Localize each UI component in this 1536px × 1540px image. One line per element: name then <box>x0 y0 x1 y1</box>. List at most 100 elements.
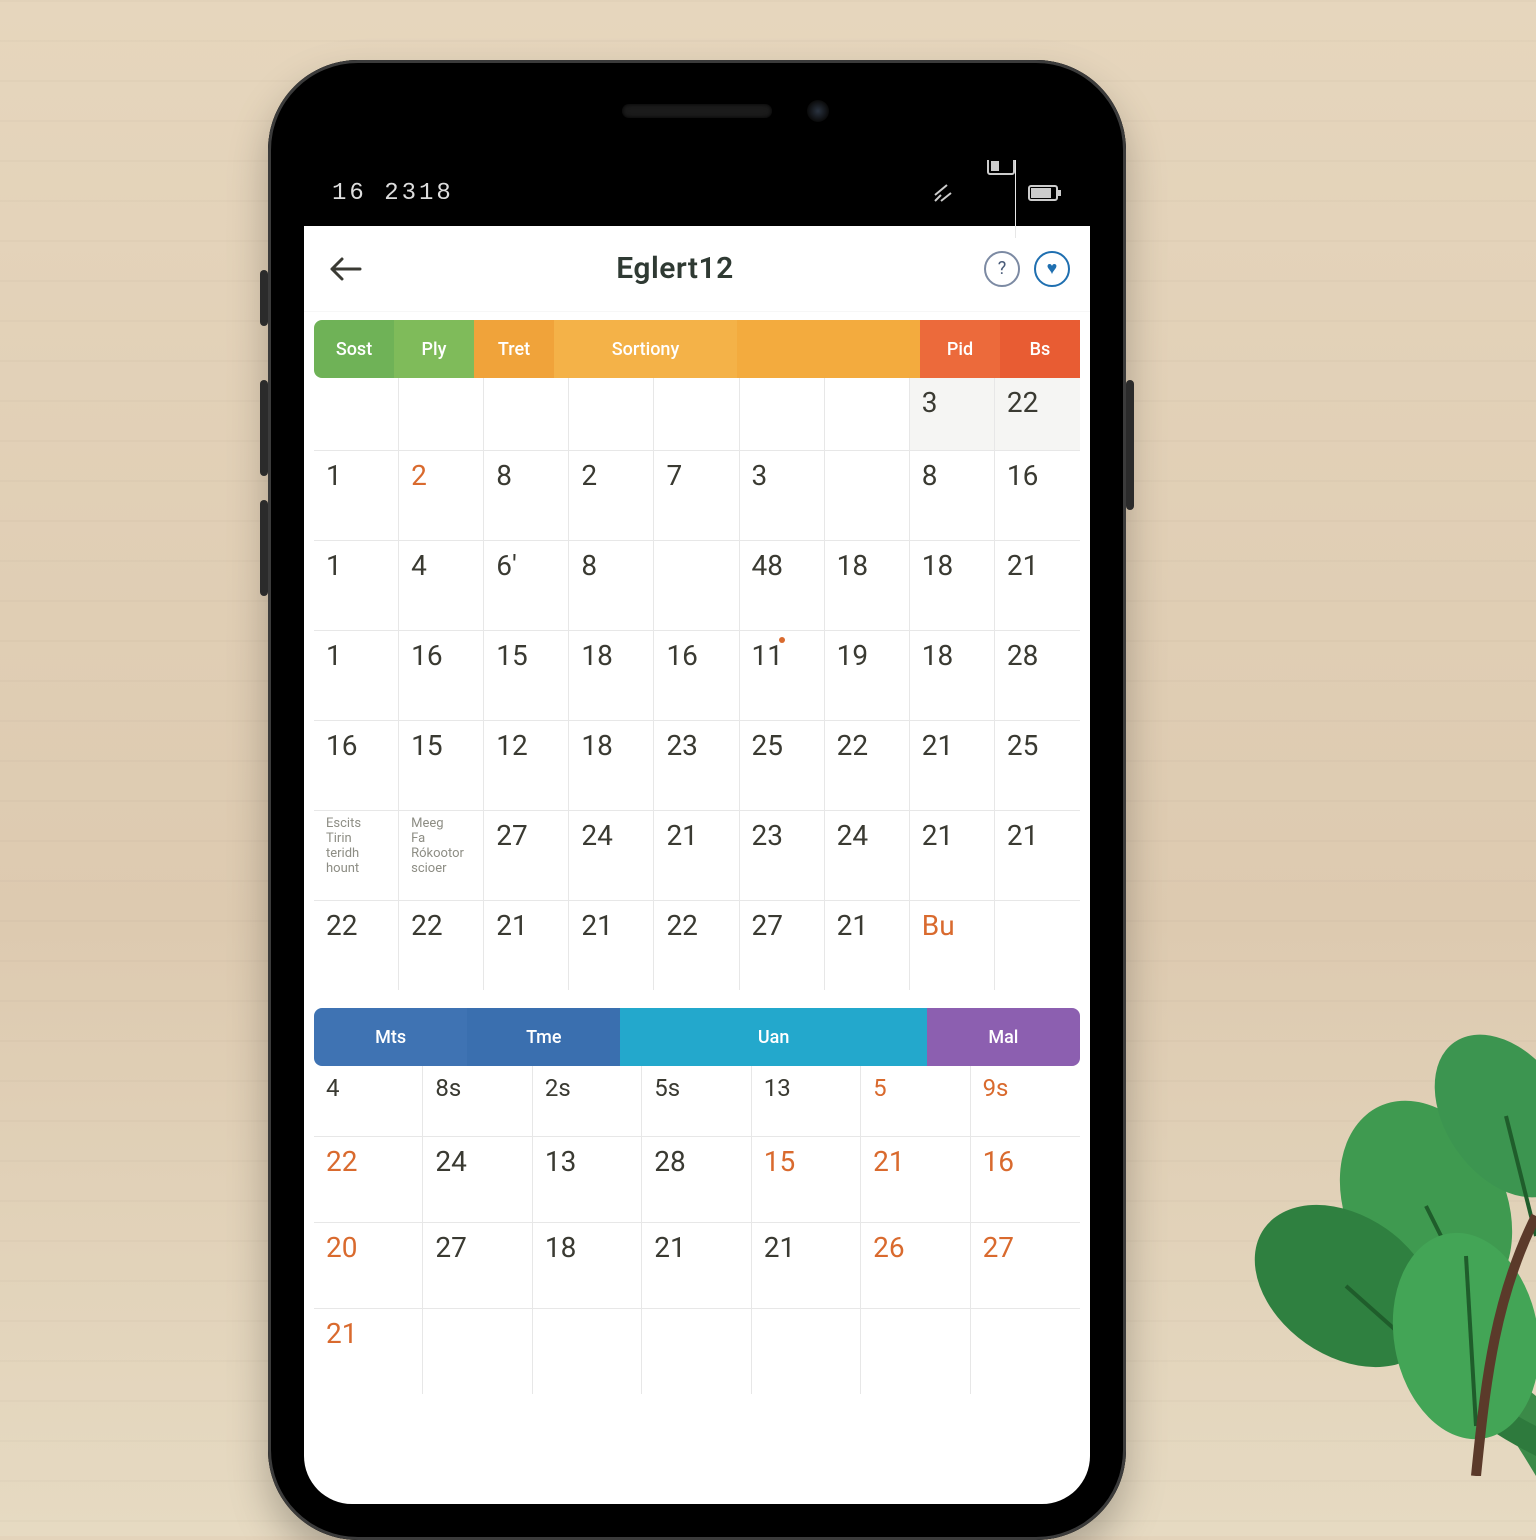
calendar-day-cell[interactable]: 1 <box>314 540 399 630</box>
calendar-day-cell[interactable]: 8s <box>423 1066 532 1136</box>
calendar-day-cell[interactable] <box>825 450 910 540</box>
calendar-day-cell[interactable]: 11 <box>740 630 825 720</box>
calendar-day-cell[interactable]: 3 <box>910 378 995 450</box>
calendar-day-cell[interactable]: MeegFaRókootorscioer <box>399 810 484 900</box>
calendar-day-cell[interactable]: 21 <box>654 810 739 900</box>
calendar-day-cell[interactable]: 2s <box>533 1066 642 1136</box>
calendar-day-cell[interactable]: 16 <box>314 720 399 810</box>
calendar-day-cell[interactable]: 26 <box>861 1222 970 1308</box>
calendar-day-cell[interactable]: 21 <box>752 1222 861 1308</box>
calendar-day-cell[interactable]: 27 <box>740 900 825 990</box>
calendar-day-cell[interactable]: 18 <box>569 720 654 810</box>
calendar-day-cell[interactable] <box>642 1308 751 1394</box>
calendar-day-cell[interactable]: 23 <box>654 720 739 810</box>
calendar-day-cell[interactable]: 15 <box>399 720 484 810</box>
calendar-day-cell[interactable] <box>484 378 569 450</box>
calendar-day-cell[interactable]: 5 <box>861 1066 970 1136</box>
calendar-day-cell[interactable] <box>861 1308 970 1394</box>
calendar-day-cell[interactable]: 22 <box>654 900 739 990</box>
calendar-day-cell[interactable]: 15 <box>484 630 569 720</box>
calendar-day-cell[interactable]: 13 <box>533 1136 642 1222</box>
calendar-day-cell[interactable]: 20 <box>314 1222 423 1308</box>
calendar-day-cell[interactable]: 27 <box>971 1222 1080 1308</box>
calendar-day-cell[interactable]: 18 <box>569 630 654 720</box>
weekday-tab[interactable]: Ply <box>394 320 474 378</box>
calendar-day-cell[interactable]: 2 <box>399 450 484 540</box>
calendar-day-cell[interactable]: 18 <box>533 1222 642 1308</box>
calendar-day-cell[interactable]: 15 <box>752 1136 861 1222</box>
calendar-day-cell[interactable]: 4 <box>399 540 484 630</box>
calendar-day-cell[interactable]: 28 <box>995 630 1080 720</box>
calendar-day-cell[interactable]: 24 <box>825 810 910 900</box>
calendar-day-cell[interactable]: 21 <box>995 540 1080 630</box>
calendar-day-cell[interactable]: 6' <box>484 540 569 630</box>
calendar-day-cell[interactable]: 48 <box>740 540 825 630</box>
weekday-tab[interactable]: Sost <box>314 320 394 378</box>
calendar-day-cell[interactable]: 18 <box>910 630 995 720</box>
calendar-day-cell[interactable]: 9s <box>971 1066 1080 1136</box>
calendar-day-cell[interactable]: 16 <box>971 1136 1080 1222</box>
calendar-day-cell[interactable]: 21 <box>995 810 1080 900</box>
calendar-day-cell[interactable] <box>995 900 1080 990</box>
calendar-day-cell[interactable]: 22 <box>399 900 484 990</box>
volume-down-button[interactable] <box>260 500 268 596</box>
calendar-day-cell[interactable]: 21 <box>569 900 654 990</box>
calendar-day-cell[interactable]: 7 <box>654 450 739 540</box>
calendar-day-cell[interactable]: 1 <box>314 630 399 720</box>
calendar-day-cell[interactable] <box>752 1308 861 1394</box>
weekday-tab[interactable]: Sortiony <box>554 320 737 378</box>
calendar-day-cell[interactable]: 18 <box>910 540 995 630</box>
weekday-tab[interactable]: Bs <box>1000 320 1080 378</box>
calendar-day-cell[interactable]: Bu <box>910 900 995 990</box>
calendar-day-cell[interactable]: 21 <box>910 810 995 900</box>
calendar-day-cell[interactable]: 28 <box>642 1136 751 1222</box>
calendar-day-cell[interactable]: 4 <box>314 1066 423 1136</box>
category-tab[interactable]: Mts <box>314 1008 467 1066</box>
calendar-day-cell[interactable]: 22 <box>825 720 910 810</box>
category-tab[interactable]: Tme <box>467 1008 620 1066</box>
calendar-day-cell[interactable]: 27 <box>484 810 569 900</box>
calendar-day-cell[interactable] <box>654 540 739 630</box>
calendar-day-cell[interactable]: 22 <box>314 900 399 990</box>
calendar-day-cell[interactable] <box>740 378 825 450</box>
calendar-day-cell[interactable]: 5s <box>642 1066 751 1136</box>
volume-up-button[interactable] <box>260 380 268 476</box>
calendar-day-cell[interactable]: 25 <box>995 720 1080 810</box>
mute-switch[interactable] <box>260 270 268 326</box>
calendar-day-cell[interactable]: 21 <box>314 1308 423 1394</box>
weekday-tab[interactable] <box>737 320 920 378</box>
calendar-day-cell[interactable]: 1 <box>314 450 399 540</box>
calendar-day-cell[interactable]: 19 <box>825 630 910 720</box>
category-tab[interactable]: Uan <box>620 1008 926 1066</box>
calendar-day-cell[interactable]: 25 <box>740 720 825 810</box>
calendar-day-cell[interactable]: 2 <box>569 450 654 540</box>
calendar-day-cell[interactable] <box>399 378 484 450</box>
calendar-day-cell[interactable]: 24 <box>423 1136 532 1222</box>
calendar-day-cell[interactable]: 21 <box>910 720 995 810</box>
weekday-tab[interactable]: Pid <box>920 320 1000 378</box>
calendar-day-cell[interactable]: 16 <box>995 450 1080 540</box>
calendar-day-cell[interactable] <box>533 1308 642 1394</box>
calendar-day-cell[interactable]: 13 <box>752 1066 861 1136</box>
power-button[interactable] <box>1126 380 1134 510</box>
calendar-day-cell[interactable]: 18 <box>825 540 910 630</box>
calendar-day-cell[interactable]: EscitsTirinteridhhount <box>314 810 399 900</box>
calendar-day-cell[interactable]: 8 <box>910 450 995 540</box>
category-tab[interactable]: Mal <box>927 1008 1080 1066</box>
calendar-day-cell[interactable] <box>423 1308 532 1394</box>
calendar-day-cell[interactable]: 23 <box>740 810 825 900</box>
calendar-day-cell[interactable]: 21 <box>642 1222 751 1308</box>
calendar-day-cell[interactable]: 21 <box>861 1136 970 1222</box>
calendar-day-cell[interactable]: 22 <box>995 378 1080 450</box>
back-button[interactable] <box>324 248 366 290</box>
calendar-day-cell[interactable]: 12 <box>484 720 569 810</box>
weekday-tab[interactable]: Tret <box>474 320 554 378</box>
calendar-day-cell[interactable]: 24 <box>569 810 654 900</box>
help-button[interactable]: ? <box>984 251 1020 287</box>
calendar-day-cell[interactable]: 16 <box>399 630 484 720</box>
calendar-day-cell[interactable]: 8 <box>569 540 654 630</box>
calendar-day-cell[interactable] <box>314 378 399 450</box>
calendar-day-cell[interactable]: 27 <box>423 1222 532 1308</box>
calendar-day-cell[interactable]: 22 <box>314 1136 423 1222</box>
calendar-day-cell[interactable]: 21 <box>825 900 910 990</box>
